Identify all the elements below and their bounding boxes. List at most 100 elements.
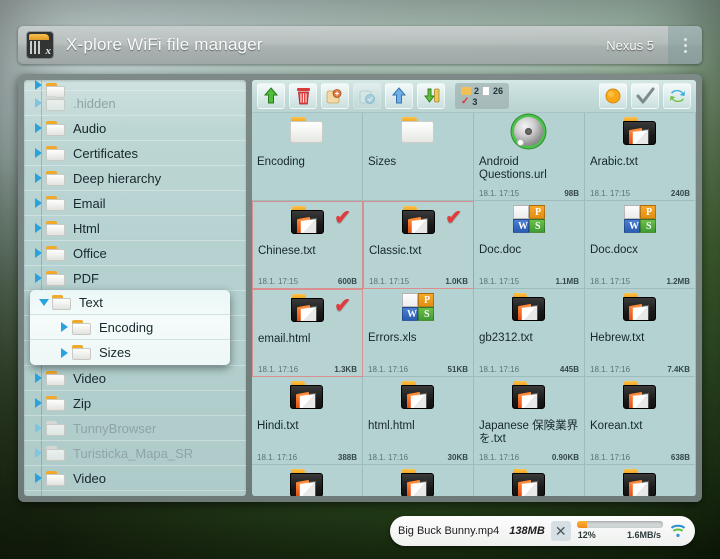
progress-track [576, 521, 663, 528]
file-icon-wrap [368, 381, 468, 417]
file-cell[interactable]: Arabic.txt 18.1. 17:15 240B [585, 113, 696, 201]
select-all-button[interactable] [631, 83, 659, 109]
chevron-right-icon[interactable] [30, 198, 46, 208]
chevron-right-icon[interactable] [30, 423, 46, 433]
checkmark-icon[interactable]: ✔ [445, 208, 462, 228]
tree-item-label: Office [73, 245, 107, 261]
overflow-menu-icon[interactable] [668, 26, 702, 64]
file-cell[interactable]: ✔ Classic.txt 18.1. 17:15 1.0KB [363, 201, 474, 289]
folder-icon [401, 117, 435, 144]
download-button[interactable] [417, 83, 445, 109]
folder-icon [72, 319, 92, 335]
tree-item-turisticka-mapa-sr[interactable]: Turisticka_Mapa_SR [24, 441, 246, 466]
chevron-right-icon[interactable] [30, 398, 46, 408]
file-cell[interactable]: P W S Doc.doc 18.1. 17:15 1.1MB [474, 201, 585, 289]
file-cell[interactable]: Japanese 保険業界を.txt 18.1. 17:16 0.90KB [474, 377, 585, 465]
delete-button[interactable] [289, 83, 317, 109]
tree-item-zip[interactable]: Zip [24, 391, 246, 416]
tree-item-html[interactable]: Html [24, 216, 246, 241]
chevron-right-icon[interactable] [56, 347, 72, 358]
file-icon-wrap [479, 381, 579, 417]
popup-item-text[interactable]: Text [30, 290, 230, 315]
folder-tree-pane[interactable]: .hidden Audio Certificates Deep hierarchy Em… [24, 80, 246, 496]
popup-item-label: Encoding [99, 319, 154, 335]
file-cell[interactable]: Sizes [363, 113, 474, 201]
chevron-right-icon[interactable] [30, 448, 46, 458]
file-cell[interactable]: Android Questions.url 18.1. 17:15 98B [474, 113, 585, 201]
file-cell[interactable]: Hindi.txt 18.1. 17:16 388B [252, 377, 363, 465]
file-name: Sizes [368, 156, 397, 168]
tree-item-label: Email [73, 195, 106, 211]
file-icon-wrap [368, 117, 468, 153]
theme-button[interactable] [599, 83, 627, 109]
file-icon-wrap [479, 293, 579, 329]
file-grid[interactable]: Encoding Sizes Android Questions.url 18.1. … [252, 113, 696, 496]
tree-item-deep-hierarchy[interactable]: Deep hierarchy [24, 166, 246, 191]
file-cell[interactable]: gb2312.txt 18.1. 17:16 445B [474, 289, 585, 377]
up-folder-button[interactable] [257, 83, 285, 109]
tree-item-partial[interactable] [24, 80, 246, 98]
file-cell[interactable]: Hebrew.txt 18.1. 17:16 7.4KB [585, 289, 696, 377]
popup-item-encoding[interactable]: Encoding [30, 315, 230, 340]
text-file-icon [512, 293, 546, 322]
file-cell[interactable]: P W S Doc.docx 18.1. 17:15 1.2MB [585, 201, 696, 289]
tree-item-office[interactable]: Office [24, 241, 246, 266]
tree-popup-overlay[interactable]: Text Encoding Sizes [30, 290, 230, 365]
file-icon-wrap [257, 117, 357, 153]
file-icon-wrap [590, 293, 690, 329]
file-cell[interactable]: ✔ Chinese.txt 18.1. 17:15 600B [252, 201, 363, 289]
chevron-right-icon[interactable] [30, 273, 46, 283]
folder-icon [46, 145, 66, 161]
text-file-icon [401, 469, 435, 496]
chevron-down-icon[interactable] [36, 298, 52, 306]
file-cell[interactable] [585, 465, 696, 496]
popup-item-sizes[interactable]: Sizes [30, 340, 230, 365]
file-date: 18.1. 17:16 [368, 365, 409, 374]
tree-item-video[interactable]: Video [24, 366, 246, 391]
chevron-right-icon[interactable] [56, 322, 72, 332]
chevron-right-icon[interactable] [30, 223, 46, 233]
checkmark-icon[interactable]: ✔ [334, 208, 351, 228]
chevron-right-icon[interactable] [30, 473, 46, 483]
chevron-right-icon[interactable] [30, 98, 46, 108]
paste-button[interactable] [353, 83, 381, 109]
tree-item-email[interactable]: Email [24, 191, 246, 216]
tree-item-pdf[interactable]: PDF [24, 266, 246, 291]
file-name: email.html [258, 333, 311, 345]
file-cell[interactable]: html.html 18.1. 17:16 30KB [363, 377, 474, 465]
tree-item-video[interactable]: Video [24, 466, 246, 491]
file-icon-wrap [257, 381, 357, 417]
chevron-right-icon[interactable] [30, 173, 46, 183]
chevron-right-icon[interactable] [30, 80, 46, 90]
tree-item-tunnybrowser[interactable]: TunnyBrowser [24, 416, 246, 441]
chevron-right-icon[interactable] [30, 123, 46, 133]
tree-item--hidden[interactable]: .hidden [24, 91, 246, 116]
cancel-transfer-button[interactable]: ✕ [550, 521, 571, 541]
file-cell[interactable]: Korean.txt 18.1. 17:16 638B [585, 377, 696, 465]
file-cell[interactable] [474, 465, 585, 496]
chevron-right-icon[interactable] [30, 373, 46, 383]
file-cell[interactable] [363, 465, 474, 496]
upload-button[interactable] [385, 83, 413, 109]
file-name: html.html [368, 420, 415, 432]
text-file-icon [401, 381, 435, 410]
refresh-button[interactable] [663, 83, 691, 109]
tree-item-certificates[interactable]: Certificates [24, 141, 246, 166]
popup-list: Text Encoding Sizes [30, 290, 230, 365]
file-date: 18.1. 17:15 [479, 277, 520, 286]
chevron-right-icon[interactable] [30, 148, 46, 158]
file-name: gb2312.txt [479, 332, 533, 344]
url-shortcut-icon [512, 117, 546, 147]
chevron-right-icon[interactable] [30, 248, 46, 258]
copy-button[interactable] [321, 83, 349, 109]
file-cell[interactable]: Encoding [252, 113, 363, 201]
file-size: 600B [337, 277, 357, 286]
title-bar: x X-plore WiFi file manager Nexus 5 [18, 26, 702, 64]
file-cell[interactable] [252, 465, 363, 496]
checkmark-icon[interactable]: ✔ [334, 296, 351, 316]
file-cell[interactable]: P W S Errors.xls 18.1. 17:16 51KB [363, 289, 474, 377]
text-file-icon [290, 469, 324, 496]
file-cell[interactable]: ✔ email.html 18.1. 17:16 1.3KB [252, 289, 363, 377]
tree-item-audio[interactable]: Audio [24, 116, 246, 141]
page-title: X-plore WiFi file manager [66, 35, 263, 54]
